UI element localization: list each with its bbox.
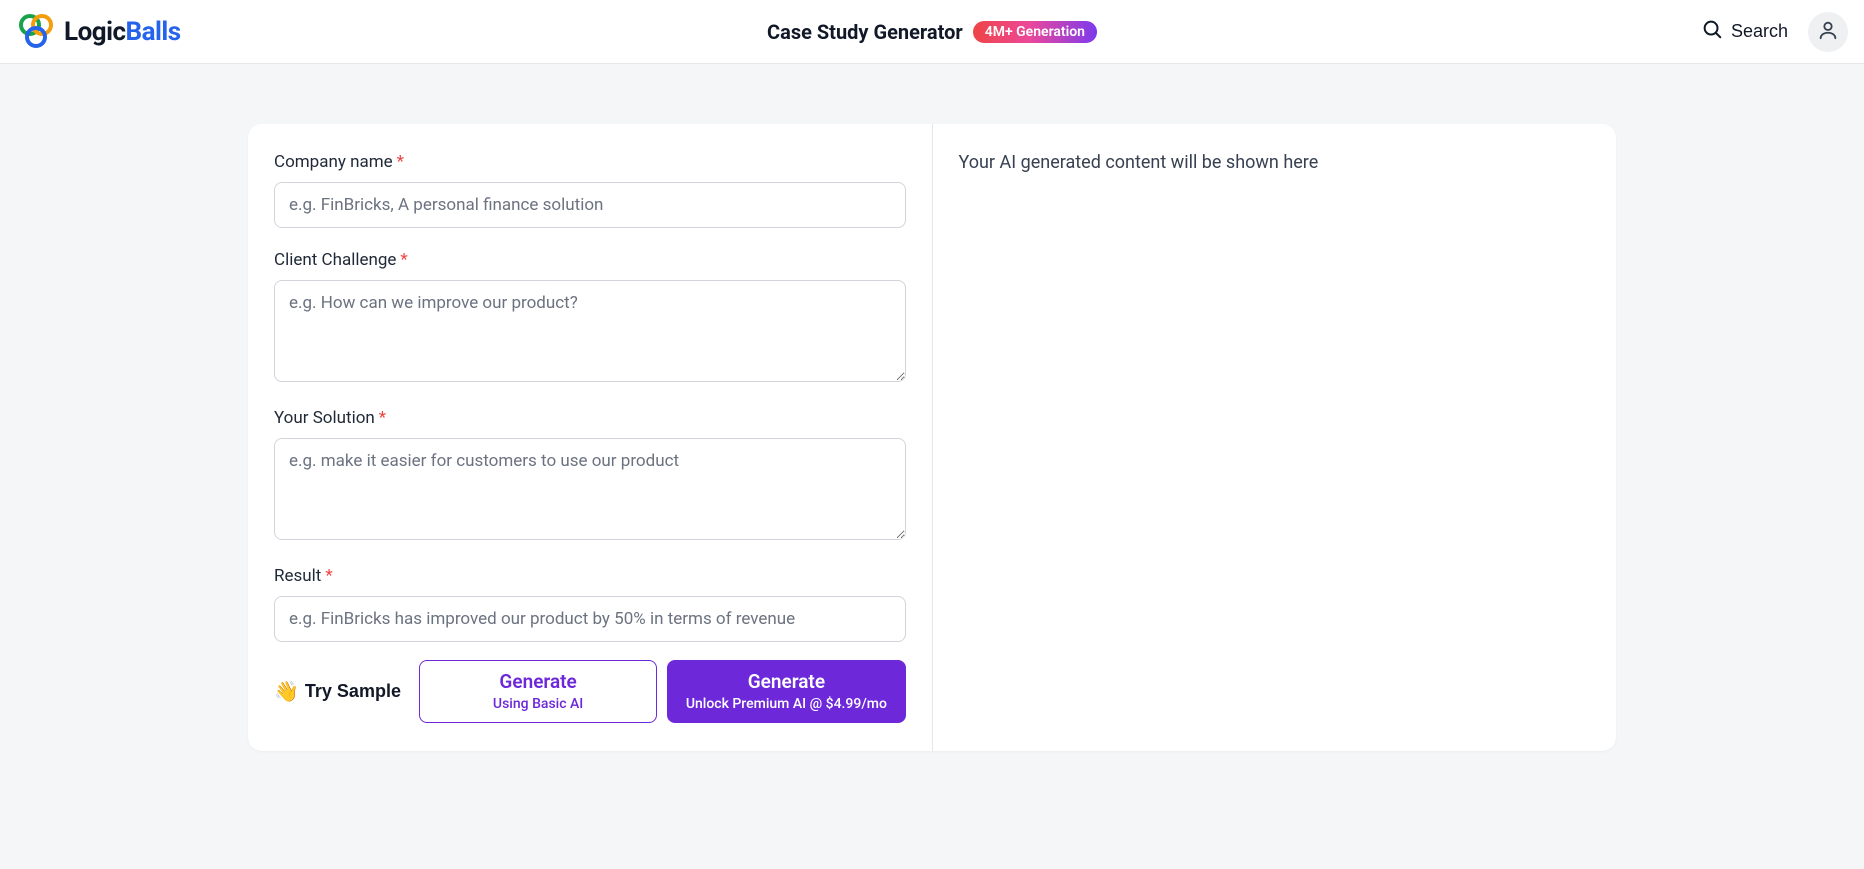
generation-badge: 4M+ Generation [973, 21, 1097, 43]
page-title-group: Case Study Generator 4M+ Generation [767, 20, 1097, 44]
company-name-input[interactable] [274, 182, 906, 228]
search-button[interactable]: Search [1701, 18, 1788, 45]
your-solution-input[interactable] [274, 438, 906, 540]
generator-card: Company name * Client Challenge * Your S… [248, 124, 1616, 751]
logo-text: LogicBalls [64, 17, 181, 47]
output-placeholder: Your AI generated content will be shown … [959, 152, 1591, 173]
account-button[interactable] [1808, 12, 1848, 52]
client-challenge-label: Client Challenge * [274, 250, 906, 270]
main-content: Company name * Client Challenge * Your S… [0, 64, 1864, 811]
generate-basic-sub: Using Basic AI [493, 695, 583, 714]
search-label: Search [1731, 21, 1788, 42]
generate-premium-sub: Unlock Premium AI @ $4.99/mo [686, 695, 887, 714]
required-mark: * [400, 250, 407, 270]
search-icon [1701, 18, 1723, 45]
required-mark: * [325, 566, 332, 586]
required-mark: * [379, 408, 386, 428]
your-solution-label: Your Solution * [274, 408, 906, 428]
user-icon [1817, 19, 1839, 44]
required-mark: * [397, 152, 404, 172]
company-name-field: Company name * [274, 152, 906, 228]
result-field: Result * [274, 566, 906, 642]
generate-premium-button[interactable]: Generate Unlock Premium AI @ $4.99/mo [667, 660, 905, 723]
page-title: Case Study Generator [767, 20, 963, 44]
client-challenge-input[interactable] [274, 280, 906, 382]
client-challenge-field: Client Challenge * [274, 250, 906, 386]
form-actions: 👋 Try Sample Generate Using Basic AI Gen… [274, 660, 906, 723]
app-header: LogicBalls Case Study Generator 4M+ Gene… [0, 0, 1864, 64]
form-column: Company name * Client Challenge * Your S… [248, 124, 933, 751]
company-name-label: Company name * [274, 152, 906, 172]
try-sample-label: Try Sample [305, 681, 401, 702]
generate-basic-button[interactable]: Generate Using Basic AI [419, 660, 657, 723]
result-input[interactable] [274, 596, 906, 642]
logo[interactable]: LogicBalls [16, 14, 181, 50]
generate-basic-title: Generate [499, 669, 576, 695]
output-column: Your AI generated content will be shown … [933, 124, 1617, 751]
your-solution-field: Your Solution * [274, 408, 906, 544]
result-label: Result * [274, 566, 906, 586]
try-sample-button[interactable]: 👋 Try Sample [274, 660, 409, 723]
wave-icon: 👋 [274, 679, 299, 704]
logo-icon [16, 14, 56, 50]
generate-premium-title: Generate [748, 669, 825, 695]
